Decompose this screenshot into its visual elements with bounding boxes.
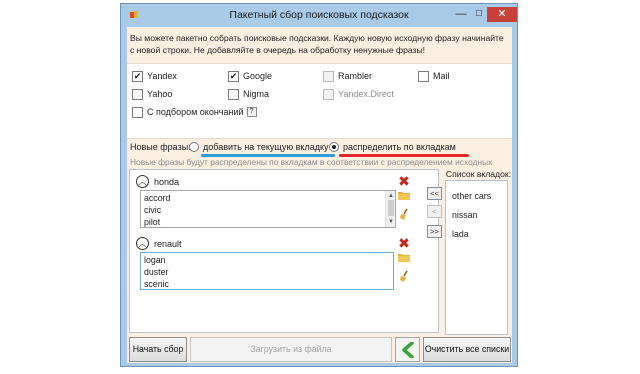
move-right-button[interactable]: >> bbox=[427, 225, 442, 238]
phrases-text: logan duster scenic bbox=[144, 255, 169, 289]
radio-label: добавить на текущую вкладку bbox=[203, 142, 329, 152]
green-back-arrow-icon bbox=[401, 341, 414, 358]
new-phrases-label: Новые фразы: bbox=[130, 142, 191, 152]
group-name: honda bbox=[154, 176, 180, 187]
start-collection-button[interactable]: Начать сбор bbox=[129, 337, 187, 362]
engine-google-checkbox[interactable]: ✔ Google bbox=[228, 70, 272, 82]
checkbox-box[interactable] bbox=[418, 70, 429, 82]
move-all-left-button[interactable]: << bbox=[427, 187, 442, 200]
scroll-up-icon[interactable]: ▲ bbox=[387, 192, 395, 200]
checkbox-box[interactable]: ✔ bbox=[132, 70, 143, 82]
folder-icon[interactable] bbox=[397, 252, 411, 266]
engine-mail-checkbox[interactable]: Mail bbox=[418, 70, 450, 82]
close-button[interactable]: ✕ bbox=[487, 7, 517, 22]
tab-item[interactable]: other cars bbox=[452, 191, 491, 201]
dialog-body: Вы можете пакетно собрать поисковые подс… bbox=[127, 27, 512, 363]
checkbox-label: Mail bbox=[433, 71, 450, 81]
radio-distribute-tabs[interactable]: распределить по вкладкам bbox=[329, 142, 456, 152]
group-name: renault bbox=[154, 238, 182, 249]
checkbox-box[interactable] bbox=[323, 70, 334, 82]
group-header-honda: ︿ honda bbox=[136, 175, 179, 188]
tab-item[interactable]: nissan bbox=[452, 210, 477, 220]
checkbox-box[interactable]: ✔ bbox=[228, 70, 239, 82]
engine-yahoo-checkbox[interactable]: Yahoo bbox=[132, 88, 172, 100]
broom-icon[interactable] bbox=[397, 208, 411, 222]
checkbox-label: С подбором окончаний bbox=[147, 107, 244, 117]
help-icon[interactable]: ? bbox=[246, 107, 257, 117]
remove-group-icon[interactable]: ✖ bbox=[397, 236, 411, 250]
checkbox-label: Nigma bbox=[243, 89, 270, 99]
scroll-down-icon[interactable]: ▼ bbox=[387, 218, 395, 226]
radio-circle[interactable] bbox=[189, 142, 199, 152]
minimize-button[interactable]: — bbox=[451, 7, 471, 22]
group-phrases-renault[interactable]: logan duster scenic bbox=[140, 252, 394, 290]
remove-group-icon[interactable]: ✖ bbox=[397, 174, 411, 188]
folder-icon[interactable] bbox=[397, 190, 411, 204]
title-bar[interactable]: Пакетный сбор поисковых подсказок — □ ✕ bbox=[121, 4, 517, 26]
endings-checkbox[interactable]: С подбором окончаний ? bbox=[132, 106, 257, 118]
new-phrases-mode: Новые фразы: добавить на текущую вкладку… bbox=[127, 140, 512, 157]
radio-circle[interactable] bbox=[329, 142, 339, 152]
chevron-up-icon[interactable]: ︿ bbox=[136, 237, 149, 250]
instructions-text: Вы можете пакетно собрать поисковые подс… bbox=[130, 33, 504, 55]
checkbox-label: Yandex.Direct bbox=[338, 89, 394, 99]
dialog-window: Пакетный сбор поисковых подсказок — □ ✕ … bbox=[120, 3, 518, 367]
tabs-list[interactable]: other cars nissan lada bbox=[445, 180, 508, 335]
checkbox-label: Google bbox=[243, 71, 273, 81]
checkbox-label: Rambler bbox=[338, 71, 373, 81]
phrases-text: accord civic pilot bbox=[144, 193, 171, 227]
move-left-button[interactable]: < bbox=[427, 205, 442, 218]
checkbox-box[interactable] bbox=[132, 88, 143, 100]
tabs-list-label: Список вкладок: bbox=[445, 169, 511, 179]
engine-yandex-checkbox[interactable]: ✔ Yandex bbox=[132, 70, 177, 82]
maximize-button[interactable]: □ bbox=[471, 7, 487, 22]
checkbox-box[interactable] bbox=[228, 88, 239, 100]
checkbox-label: Yahoo bbox=[147, 89, 173, 99]
chevron-up-icon[interactable]: ︿ bbox=[136, 175, 149, 188]
phrase-groups-panel: ︿ honda accord civic pilot ▲ ▼ ✖ ︿ renau… bbox=[129, 169, 439, 333]
engine-yandex-direct-checkbox[interactable]: Yandex.Direct bbox=[323, 88, 394, 100]
radio-label: распределить по вкладкам bbox=[343, 142, 456, 152]
group-phrases-honda[interactable]: accord civic pilot ▲ ▼ bbox=[140, 190, 396, 228]
back-button[interactable] bbox=[395, 337, 420, 362]
search-engines-panel: ✔ Yandex ✔ Google Rambler Mail Yahoo Nig… bbox=[127, 63, 512, 139]
load-from-file-button[interactable]: Загрузить из файла bbox=[190, 337, 392, 362]
vertical-scrollbar[interactable]: ▲ ▼ bbox=[385, 191, 395, 227]
checkbox-box[interactable] bbox=[132, 106, 143, 118]
checkbox-box[interactable] bbox=[323, 88, 334, 100]
engine-nigma-checkbox[interactable]: Nigma bbox=[228, 88, 269, 100]
engine-rambler-checkbox[interactable]: Rambler bbox=[323, 70, 372, 82]
scroll-thumb[interactable] bbox=[388, 200, 394, 216]
radio-add-current-tab[interactable]: добавить на текущую вкладку bbox=[189, 142, 329, 152]
checkbox-label: Yandex bbox=[147, 71, 177, 81]
broom-icon[interactable] bbox=[397, 270, 411, 284]
tab-item[interactable]: lada bbox=[452, 229, 469, 239]
clear-all-lists-button[interactable]: Очистить все списки bbox=[423, 337, 511, 362]
group-header-renault: ︿ renault bbox=[136, 237, 182, 250]
